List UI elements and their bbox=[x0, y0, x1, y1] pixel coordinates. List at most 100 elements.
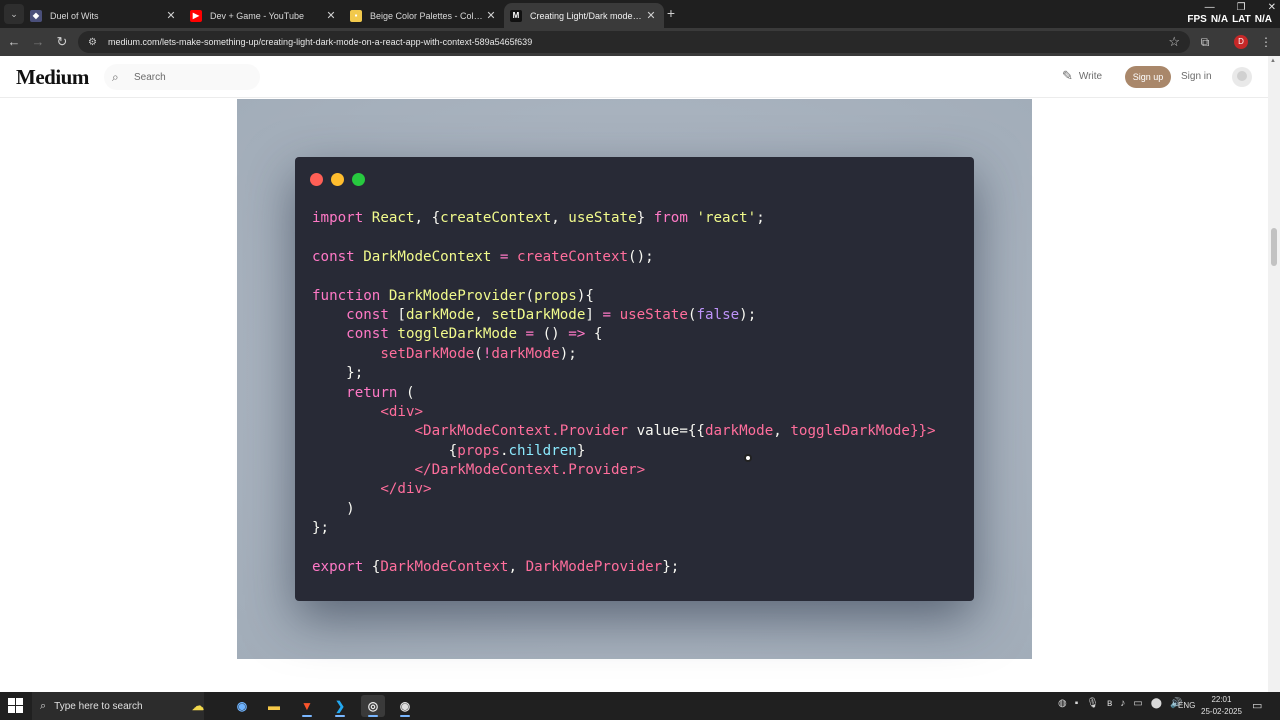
code-token: ; bbox=[756, 210, 765, 226]
browser-tab[interactable]: ◆ Duel of Wits ✕ bbox=[24, 3, 184, 28]
address-bar[interactable]: ⚙ medium.com/lets-make-something-up/crea… bbox=[78, 31, 1190, 53]
code-token: ) bbox=[312, 500, 355, 517]
medium-header: Medium ⌕ Search ✎ Write Sign up Sign in bbox=[0, 56, 1268, 98]
tray-icon[interactable]: ◍ bbox=[1058, 698, 1067, 709]
tray-icon[interactable]: ⬤ bbox=[1151, 698, 1162, 709]
minimize-icon[interactable]: — bbox=[1205, 2, 1215, 13]
code-token: , bbox=[773, 423, 791, 440]
code-token: import bbox=[312, 210, 372, 226]
taskbar-obs-icon[interactable]: ◉ bbox=[393, 695, 417, 717]
browser-tab[interactable]: ▶ Dev + Game - YouTube ✕ bbox=[184, 3, 344, 28]
tray-icon[interactable]: ▭ bbox=[1133, 698, 1142, 709]
code-line: return ( bbox=[312, 384, 936, 403]
code-token: => bbox=[568, 326, 594, 343]
article-code-image: import React, {createContext, useState} … bbox=[237, 99, 1032, 659]
code-token: ( bbox=[525, 287, 535, 304]
forward-icon[interactable]: → bbox=[28, 32, 48, 52]
taskbar-brave-icon[interactable]: ▼ bbox=[295, 695, 319, 717]
clock[interactable]: 22:01 25-02-2025 bbox=[1201, 694, 1242, 718]
taskbar-file-explorer-icon[interactable]: ▬ bbox=[262, 695, 286, 717]
code-token: setDarkMode bbox=[312, 345, 475, 362]
taskbar-vscode-icon[interactable]: ❯ bbox=[328, 695, 352, 717]
taskbar-widgets-icon[interactable]: ☁ bbox=[174, 695, 222, 717]
browser-tab[interactable]: ▪ Beige Color Palettes - Color Hu ✕ bbox=[344, 3, 504, 28]
tab-strip: ⌄ ◆ Duel of Wits ✕ ▶ Dev + Game - YouTube ✕ ▪ B… bbox=[0, 0, 1280, 28]
search-input[interactable]: Search bbox=[134, 72, 166, 83]
code-token: ); bbox=[559, 345, 577, 362]
code-token: () bbox=[542, 326, 569, 343]
pencil-icon: ✎ bbox=[1062, 68, 1073, 83]
tray-icon[interactable]: ʙ bbox=[1107, 698, 1112, 709]
menu-icon[interactable]: ⋮ bbox=[1256, 32, 1276, 52]
code-line: }; bbox=[312, 519, 936, 538]
code-token: <DarkModeContext.Provider bbox=[312, 423, 637, 440]
tab-title: Beige Color Palettes - Color Hu bbox=[370, 10, 484, 21]
code-token: return bbox=[312, 384, 406, 401]
restore-icon[interactable]: ❐ bbox=[1237, 2, 1246, 13]
code-token: DarkModeContext bbox=[380, 559, 509, 576]
code-line: const DarkModeContext = createContext(); bbox=[312, 248, 936, 267]
tray-icon[interactable]: 🎙 bbox=[1086, 698, 1099, 709]
language-indicator[interactable]: ENG bbox=[1178, 701, 1195, 710]
scroll-up-icon[interactable]: ▲ bbox=[1270, 58, 1276, 64]
notification-icon[interactable]: ▭ bbox=[1252, 699, 1262, 712]
tab-close-icon[interactable]: ✕ bbox=[484, 9, 498, 22]
reload-icon[interactable]: ↻ bbox=[52, 32, 72, 52]
sign-in-link[interactable]: Sign in bbox=[1181, 71, 1212, 82]
code-token: props bbox=[457, 442, 500, 459]
code-token: ( bbox=[405, 384, 415, 401]
code-token: useState bbox=[619, 306, 688, 323]
code-line: }; bbox=[312, 364, 936, 383]
sign-up-button[interactable]: Sign up bbox=[1125, 66, 1171, 88]
tray-icon[interactable]: ♪ bbox=[1120, 698, 1125, 709]
code-token: 'react' bbox=[696, 210, 757, 226]
page-scrollbar[interactable]: ▲ bbox=[1268, 56, 1280, 692]
taskbar-search-input[interactable]: Type here to search bbox=[54, 701, 142, 712]
clock-time: 22:01 bbox=[1211, 695, 1232, 704]
code-line: function DarkModeProvider(props){ bbox=[312, 287, 936, 306]
code-token: useState bbox=[568, 210, 637, 226]
code-token: DarkModeProvider bbox=[388, 287, 526, 304]
mouse-cursor bbox=[744, 454, 752, 462]
tab-search-icon[interactable]: ⌄ bbox=[4, 4, 24, 24]
taskbar-copilot-icon[interactable]: ◉ bbox=[230, 695, 254, 717]
code-window: import React, {createContext, useState} … bbox=[295, 157, 974, 601]
bookmark-star-icon[interactable]: ☆ bbox=[1168, 34, 1180, 50]
tray-icon[interactable]: ▪ bbox=[1075, 698, 1079, 709]
medium-page: Medium ⌕ Search ✎ Write Sign up Sign in … bbox=[0, 56, 1268, 692]
code-token: children bbox=[508, 442, 577, 459]
tab-title: Dev + Game - YouTube bbox=[210, 10, 304, 21]
browser-tab[interactable]: M Creating Light/Dark mode on a ✕ bbox=[504, 3, 664, 28]
write-button[interactable]: ✎ Write bbox=[1062, 69, 1102, 83]
code-token: = bbox=[491, 248, 517, 265]
code-token: setDarkMode bbox=[491, 306, 586, 323]
running-indicator bbox=[302, 715, 312, 717]
tab-close-icon[interactable]: ✕ bbox=[644, 9, 658, 22]
close-window-icon[interactable]: ✕ bbox=[1268, 2, 1276, 13]
taskbar-chrome-icon[interactable]: ◎ bbox=[361, 695, 385, 717]
scrollbar-thumb[interactable] bbox=[1271, 228, 1277, 266]
write-label: Write bbox=[1078, 70, 1103, 82]
back-icon[interactable]: ← bbox=[4, 32, 24, 52]
code-token: }; bbox=[662, 559, 680, 576]
profile-avatar[interactable]: D bbox=[1234, 35, 1248, 49]
windows-start-icon[interactable] bbox=[8, 698, 24, 714]
code-token: = bbox=[517, 326, 543, 343]
site-info-icon[interactable]: ⚙ bbox=[88, 37, 100, 48]
code-line: import React, {createContext, useState} … bbox=[312, 209, 936, 228]
user-avatar-icon[interactable] bbox=[1232, 67, 1252, 87]
extensions-icon[interactable]: ⧉ bbox=[1195, 32, 1215, 52]
code-token: darkMode bbox=[405, 306, 475, 323]
url-text[interactable]: medium.com/lets-make-something-up/creati… bbox=[108, 37, 532, 47]
yellow-dot-icon bbox=[331, 173, 344, 186]
code-line: <DarkModeContext.Provider value={{darkMo… bbox=[312, 422, 935, 441]
tab-close-icon[interactable]: ✕ bbox=[164, 9, 178, 22]
search-box[interactable]: ⌕ Search bbox=[104, 64, 260, 90]
clock-date: 25-02-2025 bbox=[1201, 707, 1242, 716]
code-token: darkMode bbox=[491, 345, 560, 362]
medium-logo[interactable]: Medium bbox=[16, 65, 89, 90]
tab-close-icon[interactable]: ✕ bbox=[324, 9, 338, 22]
new-tab-button[interactable]: + bbox=[662, 4, 680, 22]
code-token: props bbox=[534, 287, 577, 304]
